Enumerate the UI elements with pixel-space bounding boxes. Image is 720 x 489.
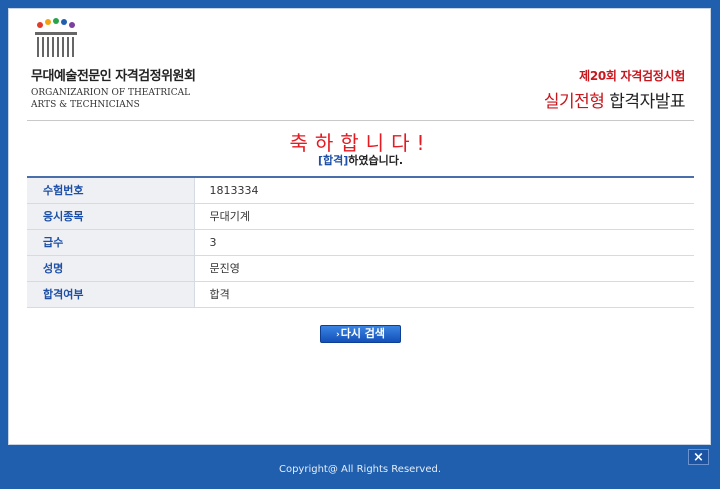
pass-bracket: [합격] — [317, 154, 349, 167]
result-info-table: 수험번호 1813334 응시종목 무대기계 급수 3 성명 문진영 합격여부 … — [27, 176, 694, 308]
exam-category-label: 응시종목 — [27, 203, 195, 230]
search-again-button[interactable]: ›다시 검색 — [320, 325, 401, 343]
result-title-part2: 합격자발표 — [609, 92, 685, 112]
pass-status-value: 합격 — [194, 281, 694, 308]
pass-message: [합격]하였습니다. — [9, 152, 712, 168]
org-name-en-line1: ORGANIZARION OF THEATRICAL — [31, 88, 191, 98]
organization-logo-icon — [35, 18, 77, 57]
close-button[interactable]: × — [688, 449, 709, 465]
name-value: 문진영 — [194, 255, 694, 282]
org-name-kr: 무대예술전문인 자격검정위원회 — [31, 69, 196, 84]
org-name-en-line2: ARTS & TECHNICIANS — [31, 100, 140, 110]
grade-label: 급수 — [27, 229, 195, 256]
table-row: 성명 문진영 — [27, 255, 694, 282]
exam-category-value: 무대기계 — [194, 203, 694, 230]
table-row: 합격여부 합격 — [27, 281, 694, 308]
name-label: 성명 — [27, 255, 195, 282]
exam-title: 제20회 자격검정시험 — [579, 69, 685, 83]
result-panel: 무대예술전문인 자격검정위원회 ORGANIZARION OF THEATRIC… — [8, 8, 711, 445]
grade-value: 3 — [194, 229, 694, 256]
search-again-label: 다시 검색 — [340, 327, 386, 340]
arrow-right-icon: › — [335, 330, 340, 340]
table-row: 수험번호 1813334 — [27, 177, 694, 204]
pass-status-label: 합격여부 — [27, 281, 195, 308]
exam-number-label: 수험번호 — [27, 177, 195, 204]
pass-suffix: 하였습니다. — [348, 154, 404, 167]
exam-number-value: 1813334 — [194, 177, 694, 204]
table-row: 응시종목 무대기계 — [27, 203, 694, 230]
result-title: 실기전형 합격자발표 — [543, 87, 686, 112]
header-divider — [27, 120, 694, 121]
footer-copyright: Copyright@ All Rights Reserved. — [278, 464, 442, 475]
org-name-en: ORGANIZARION OF THEATRICAL ARTS & TECHNI… — [31, 87, 190, 111]
result-title-part1: 실기전형 — [543, 92, 605, 112]
table-row: 급수 3 — [27, 229, 694, 256]
